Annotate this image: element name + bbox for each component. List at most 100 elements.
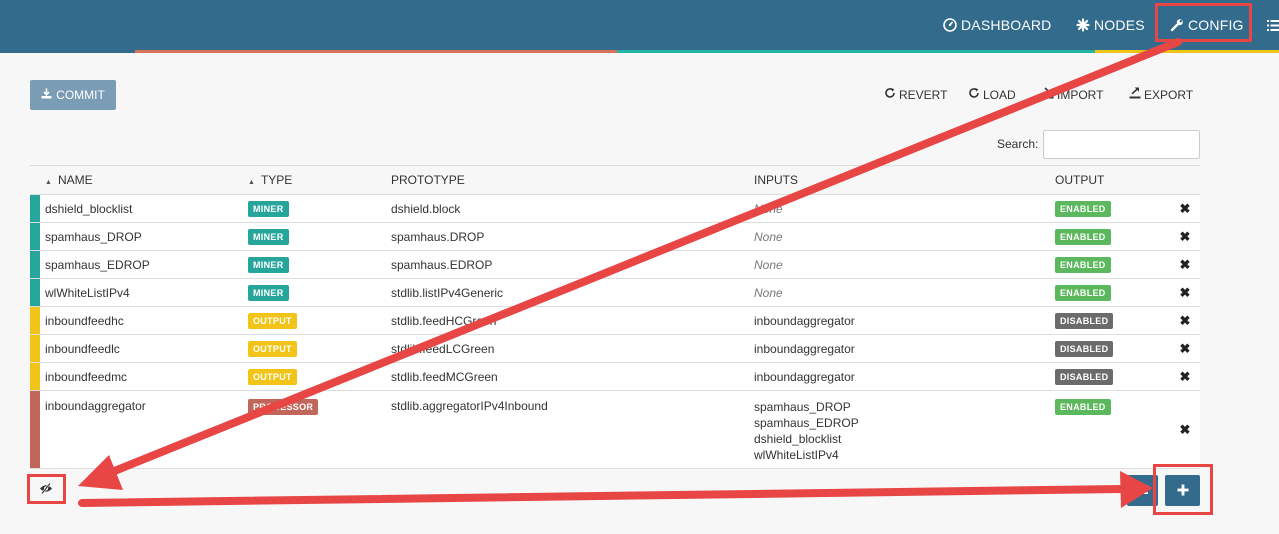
row-type-color-bar <box>30 306 40 335</box>
node-input-item: None <box>754 257 783 272</box>
node-output-cell: DISABLED <box>1055 334 1170 363</box>
header-name-label: NAME <box>57 173 93 187</box>
node-type-badge: OUTPUT <box>248 312 297 329</box>
node-input-item: spamhaus_EDROP <box>754 416 859 430</box>
node-name[interactable]: spamhaus_DROP <box>40 222 248 251</box>
commit-label: COMMIT <box>56 88 105 102</box>
export-icon <box>1129 87 1141 102</box>
node-type-badge: OUTPUT <box>248 368 297 385</box>
header-type[interactable]: ▲ TYPE <box>248 165 391 195</box>
delete-cell: ✖ <box>1170 334 1200 363</box>
output-status-badge[interactable]: DISABLED <box>1055 368 1114 385</box>
header-inputs[interactable]: INPUTS <box>754 165 1055 195</box>
output-status-badge[interactable]: ENABLED <box>1055 200 1111 217</box>
table-header-row: ▲ NAME ▲ TYPE PROTOTYPE INPUTS OUTPUT <box>30 165 1200 195</box>
close-icon[interactable]: ✖ <box>1180 422 1191 437</box>
node-inputs: None <box>754 194 1055 223</box>
node-inputs: None <box>754 222 1055 251</box>
node-name[interactable]: inboundfeedlc <box>40 334 248 363</box>
close-icon[interactable]: ✖ <box>1180 229 1191 244</box>
header-prototype[interactable]: PROTOTYPE <box>391 165 754 195</box>
table-row[interactable]: wlWhiteListIPv4 MINER stdlib.listIPv4Gener… <box>30 278 1200 307</box>
table-row[interactable]: dshield_blocklist MINER dshield.block None E… <box>30 194 1200 223</box>
output-status-badge[interactable]: ENABLED <box>1055 256 1111 273</box>
close-icon[interactable]: ✖ <box>1180 285 1191 300</box>
node-output-cell: DISABLED <box>1055 306 1170 335</box>
node-output-cell: ENABLED <box>1055 222 1170 251</box>
nodes-icon <box>1076 18 1090 32</box>
row-type-color-bar <box>30 250 40 279</box>
output-status-badge[interactable]: DISABLED <box>1055 340 1114 357</box>
node-output-cell: ENABLED <box>1055 390 1170 469</box>
node-type-cell: MINER <box>248 222 391 251</box>
revert-label: REVERT <box>899 87 948 102</box>
commit-button[interactable]: COMMIT <box>30 80 116 110</box>
node-name[interactable]: wlWhiteListIPv4 <box>40 278 248 307</box>
node-type-cell: PROCESSOR <box>248 390 391 469</box>
import-button[interactable]: IMPORT <box>1042 87 1103 102</box>
node-type-badge: MINER <box>248 228 289 245</box>
header-name[interactable]: ▲ NAME <box>40 165 248 195</box>
delete-cell: ✖ <box>1170 250 1200 279</box>
nav-nodes[interactable]: NODES <box>1076 0 1145 50</box>
nav-menu-toggle[interactable] <box>1266 0 1279 50</box>
navbar-accent-stripe <box>1095 50 1279 53</box>
node-name[interactable]: spamhaus_EDROP <box>40 250 248 279</box>
output-status-badge[interactable]: ENABLED <box>1055 284 1111 301</box>
close-icon[interactable]: ✖ <box>1180 369 1191 384</box>
node-inputs: inboundaggregator <box>754 362 1055 391</box>
node-prototype: stdlib.feedMCGreen <box>391 362 754 391</box>
node-type-cell: OUTPUT <box>248 306 391 335</box>
node-input-item: None <box>754 229 783 244</box>
header-delete <box>1170 165 1200 195</box>
annotation-arrow-toggle-to-add <box>78 485 1126 507</box>
node-name[interactable]: dshield_blocklist <box>40 194 248 223</box>
node-input-item: None <box>754 285 783 300</box>
annotation-highlight-add <box>1153 464 1213 515</box>
list-icon <box>1137 482 1148 500</box>
output-status-badge[interactable]: DISABLED <box>1055 312 1114 329</box>
load-button[interactable]: LOAD <box>968 87 1016 102</box>
nav-dashboard[interactable]: DASHBOARD <box>943 0 1051 50</box>
delete-cell: ✖ <box>1170 362 1200 391</box>
download-icon <box>41 88 52 102</box>
close-icon[interactable]: ✖ <box>1180 201 1191 216</box>
output-status-badge[interactable]: ENABLED <box>1055 228 1111 245</box>
node-inputs: inboundaggregator <box>754 334 1055 363</box>
row-type-color-bar <box>30 222 40 251</box>
node-name[interactable]: inboundfeedmc <box>40 362 248 391</box>
sort-asc-icon: ▲ <box>248 179 255 186</box>
header-type-label: TYPE <box>260 173 293 187</box>
table-row[interactable]: inboundfeedlc OUTPUT stdlib.feedLCGreen inb… <box>30 334 1200 363</box>
output-status-badge[interactable]: ENABLED <box>1055 399 1111 415</box>
node-name[interactable]: inboundaggregator <box>40 390 248 469</box>
import-icon <box>1042 87 1054 102</box>
sort-asc-icon: ▲ <box>45 179 52 186</box>
node-inputs: None <box>754 250 1055 279</box>
header-output[interactable]: OUTPUT <box>1055 165 1170 195</box>
table-row[interactable]: spamhaus_DROP MINER spamhaus.DROP None ENABL… <box>30 222 1200 251</box>
revert-button[interactable]: REVERT <box>884 87 947 102</box>
node-input-item: wlWhiteListIPv4 <box>754 448 839 462</box>
row-type-color-bar <box>30 194 40 223</box>
table-row[interactable]: inboundfeedhc OUTPUT stdlib.feedHCGreen inb… <box>30 306 1200 335</box>
search-input[interactable] <box>1043 130 1200 159</box>
refresh-icon <box>884 87 896 102</box>
node-name[interactable]: inboundfeedhc <box>40 306 248 335</box>
node-input-item: inboundaggregator <box>754 369 855 384</box>
annotation-highlight-toggle <box>27 474 66 504</box>
node-type-cell: OUTPUT <box>248 334 391 363</box>
close-icon[interactable]: ✖ <box>1180 313 1191 328</box>
delete-cell: ✖ <box>1170 390 1200 469</box>
export-button[interactable]: EXPORT <box>1129 87 1193 102</box>
table-row[interactable]: spamhaus_EDROP MINER spamhaus.EDROP None ENA… <box>30 250 1200 279</box>
table-row[interactable]: inboundaggregator PROCESSOR stdlib.aggrega… <box>30 390 1200 469</box>
refresh-icon <box>968 87 980 102</box>
delete-cell: ✖ <box>1170 278 1200 307</box>
nodes-table: ▲ NAME ▲ TYPE PROTOTYPE INPUTS OUTPUT dshi… <box>30 165 1200 469</box>
close-icon[interactable]: ✖ <box>1180 257 1191 272</box>
close-icon[interactable]: ✖ <box>1180 341 1191 356</box>
node-type-badge: PROCESSOR <box>248 399 319 415</box>
node-type-badge: OUTPUT <box>248 340 297 357</box>
table-row[interactable]: inboundfeedmc OUTPUT stdlib.feedMCGreen inb… <box>30 362 1200 391</box>
